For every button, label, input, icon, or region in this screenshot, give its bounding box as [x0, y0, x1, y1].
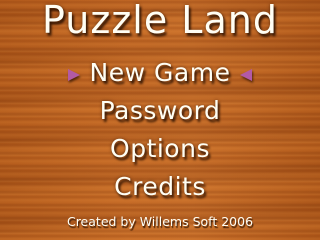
menu-item-label-wrapper: New Game [67, 56, 253, 90]
title-screen: Puzzle Land New Game Password Options Cr… [0, 0, 320, 240]
menu-item-label: Options [110, 134, 210, 163]
credit-footer: Created by Willems Soft 2006 [66, 214, 254, 229]
menu-item-password[interactable]: Password [0, 94, 320, 132]
menu-item-credits[interactable]: Credits [0, 170, 320, 208]
menu-item-label: Password [99, 96, 221, 125]
game-title: Puzzle Land [42, 0, 278, 42]
selector-left-pointing-triangle-icon [240, 69, 253, 81]
menu-item-label: Credits [114, 172, 206, 201]
menu-item-new-game[interactable]: New Game [0, 56, 320, 94]
menu-item-label: New Game [89, 58, 231, 87]
menu-item-options[interactable]: Options [0, 132, 320, 170]
main-menu: New Game Password Options Credits [0, 56, 320, 208]
selector-right-pointing-triangle-icon [67, 69, 80, 81]
